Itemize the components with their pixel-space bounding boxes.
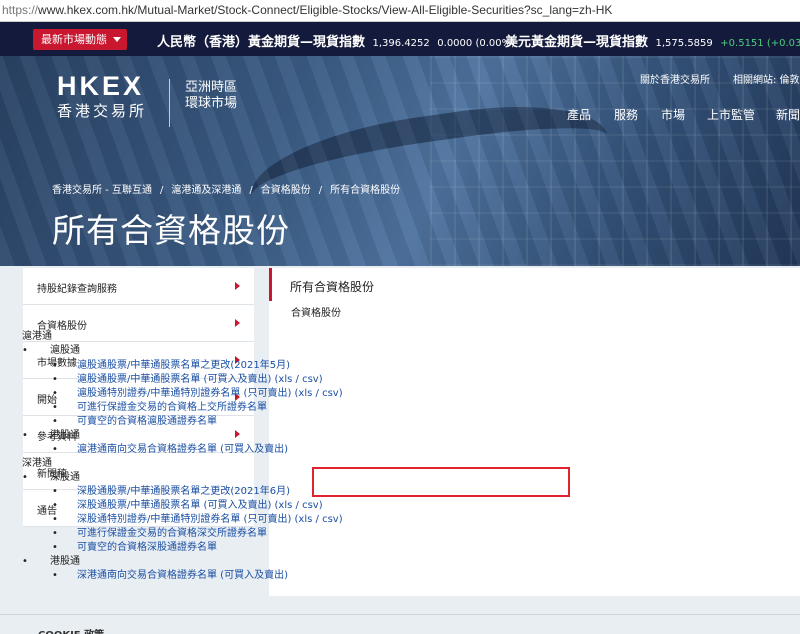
cookie-banner: COOKIE 政策	[0, 614, 800, 634]
list-item[interactable]: • 滬港通南向交易合資格證券名單 (可買入及賣出)	[52, 444, 288, 456]
caret-right-icon	[235, 282, 240, 290]
list-item[interactable]: • 滬股通股票/中華通股票名單之更改(2021年5月)	[52, 360, 290, 372]
list-item[interactable]: • 可賣空的合資格滬股通證券名單	[52, 416, 217, 428]
content-panel: 所有合資格股份 合資格股份	[269, 268, 800, 596]
list-item: • 港股通	[22, 430, 80, 441]
nav-services[interactable]: 服務	[614, 106, 638, 123]
list-item: • 滬股通	[22, 345, 80, 356]
link-download-xls-csv[interactable]: (xls / csv)	[275, 500, 323, 511]
bullet-icon: •	[52, 570, 58, 581]
nav-news[interactable]: 新聞	[776, 106, 800, 123]
hkex-logo[interactable]: HKEX 香港交易所 亞洲時區 環球市場	[57, 71, 237, 127]
chevron-down-icon	[113, 37, 121, 42]
bullet-icon: •	[52, 528, 58, 539]
list-item[interactable]: • 可進行保證金交易的合資格深交所證券名單	[52, 528, 267, 540]
list-item: • 港股通	[22, 556, 80, 567]
bullet-icon: •	[22, 472, 28, 483]
bullet-icon: •	[52, 542, 58, 553]
nav-market[interactable]: 市場	[661, 106, 685, 123]
link-sh-short-sell-list[interactable]: 可賣空的合資格滬股通證券名單	[77, 416, 217, 427]
highlight-box	[312, 467, 570, 497]
ticker-item-usd-gold[interactable]: 美元黃金期貨—現貨指數 1,575.5859 +0.5151 (+0.03%)	[505, 31, 800, 50]
content-heading: 所有合資格股份	[290, 280, 375, 294]
section-title-shanghai-connect: 滬港通	[22, 331, 52, 342]
list-item[interactable]: • 深股通股票/中華通股票名單之更改(2021年6月)	[52, 486, 290, 498]
heading-accent-bar	[269, 268, 272, 301]
breadcrumb-item[interactable]: 滬港通及深港通	[171, 185, 241, 196]
link-sz-margin-list[interactable]: 可進行保證金交易的合資格深交所證券名單	[77, 528, 267, 539]
logo-en: HKEX	[57, 71, 145, 101]
bullet-icon: •	[22, 556, 28, 567]
url-text: www.hkex.com.hk/Mutual-Market/Stock-Conn…	[38, 3, 613, 17]
sidebar-item-shareholding-inquiry[interactable]: 持股紀錄查詢服務	[23, 268, 254, 305]
ticker-name: 人民幣（香港）黃金期貨—現貨指數	[157, 35, 366, 50]
market-ticker-bar: 最新市場動態 人民幣（香港）黃金期貨—現貨指數 1,396.4252 0.000…	[0, 22, 800, 56]
ticker-item-rmb-gold[interactable]: 人民幣（香港）黃金期貨—現貨指數 1,396.4252 0.0000 (0.00…	[157, 31, 515, 50]
list-item[interactable]: • 深股通特別證券/中華通特別證券名單 (只可賣出) (xls / csv)	[52, 514, 343, 526]
nav-listing[interactable]: 上市監管	[707, 106, 755, 123]
bullet-icon: •	[22, 430, 28, 441]
bullet-icon: •	[52, 514, 58, 525]
bullet-icon: •	[52, 360, 58, 371]
link-sh-buy-sell-list[interactable]: 滬股通股票/中華通股票名單 (可買入及賣出)	[77, 374, 275, 385]
page-title: 所有合資格股份	[52, 211, 290, 250]
breadcrumb-item[interactable]: 合資格股份	[261, 185, 311, 196]
list-item[interactable]: • 滬股通特別證券/中華通特別證券名單 (只可賣出) (xls / csv)	[52, 388, 343, 400]
bullet-icon: •	[52, 388, 58, 399]
link-sz-short-sell-list[interactable]: 可賣空的合資格深股通證券名單	[77, 542, 217, 553]
link-sz-southbound-list[interactable]: 深港通南向交易合資格證券名單 (可買入及賣出)	[77, 570, 288, 581]
cookie-title: COOKIE 政策	[38, 626, 104, 634]
link-sz-sell-only-list[interactable]: 深股通特別證券/中華通特別證券名單 (只可賣出)	[77, 514, 295, 525]
breadcrumb: 香港交易所 - 互聯互通 / 滬港通及深港通 / 合資格股份 / 所有合資格股份	[52, 185, 401, 196]
link-download-xls-csv[interactable]: (xls / csv)	[295, 514, 343, 525]
bullet-icon: •	[52, 374, 58, 385]
hero-banner: HKEX 香港交易所 亞洲時區 環球市場 關於香港交易所 相關網站: 倫敦金 產…	[0, 56, 800, 266]
content-subheading: 合資格股份	[291, 308, 341, 319]
ticker-change: 0.0000 (0.00%)	[437, 38, 516, 49]
logo-divider	[169, 79, 170, 127]
address-bar[interactable]: https://www.hkex.com.hk/Mutual-Market/St…	[0, 0, 800, 22]
list-item[interactable]: • 可進行保證金交易的合資格上交所證券名單	[52, 402, 267, 414]
logo-cn: 香港交易所	[57, 102, 148, 120]
link-sh-sell-only-list[interactable]: 滬股通特別證券/中華通特別證券名單 (只可賣出)	[77, 388, 295, 399]
link-sz-buy-sell-list[interactable]: 深股通股票/中華通股票名單 (可買入及賣出)	[77, 500, 275, 511]
top-link-about[interactable]: 關於香港交易所	[640, 71, 710, 86]
bullet-icon: •	[52, 486, 58, 497]
ticker-value: 1,575.5859	[655, 38, 713, 49]
link-download-xls-csv[interactable]: (xls / csv)	[295, 388, 343, 399]
bullet-icon: •	[52, 416, 58, 427]
caret-right-icon	[235, 430, 240, 438]
section-title-shenzhen-connect: 深港通	[22, 458, 52, 469]
link-sh-southbound-list[interactable]: 滬港通南向交易合資格證券名單 (可買入及賣出)	[77, 444, 288, 455]
breadcrumb-item[interactable]: 香港交易所 - 互聯互通	[52, 185, 152, 196]
bullet-icon: •	[52, 402, 58, 413]
bullet-icon: •	[52, 444, 58, 455]
breadcrumb-item: 所有合資格股份	[330, 185, 401, 196]
latest-market-news-label: 最新市場動態	[41, 33, 107, 46]
link-sz-list-changes[interactable]: 深股通股票/中華通股票名單之更改(2021年6月)	[77, 486, 290, 497]
sidebar-item-eligible-stocks[interactable]: 合資格股份	[23, 305, 254, 342]
list-item[interactable]: • 滬股通股票/中華通股票名單 (可買入及賣出) (xls / csv)	[52, 374, 323, 386]
link-sh-list-changes[interactable]: 滬股通股票/中華通股票名單之更改(2021年5月)	[77, 360, 290, 371]
link-sh-margin-list[interactable]: 可進行保證金交易的合資格上交所證券名單	[77, 402, 267, 413]
bullet-icon: •	[52, 500, 58, 511]
ticker-value: 1,396.4252	[372, 38, 430, 49]
list-item: • 深股通	[22, 472, 80, 483]
ticker-change: +0.5151 (+0.03%)	[720, 38, 800, 49]
top-link-related-sites[interactable]: 相關網站: 倫敦金	[733, 71, 800, 86]
bullet-icon: •	[22, 345, 28, 356]
logo-tagline: 亞洲時區 環球市場	[185, 80, 238, 111]
nav-products[interactable]: 產品	[567, 106, 591, 123]
url-scheme: https://	[2, 3, 39, 17]
latest-market-news-button[interactable]: 最新市場動態	[33, 29, 127, 50]
list-item[interactable]: • 深股通股票/中華通股票名單 (可買入及賣出) (xls / csv)	[52, 500, 323, 512]
caret-right-icon	[235, 319, 240, 327]
link-download-xls-csv[interactable]: (xls / csv)	[275, 374, 323, 385]
list-item[interactable]: • 深港通南向交易合資格證券名單 (可買入及賣出)	[52, 570, 288, 582]
ticker-name: 美元黃金期貨—現貨指數	[505, 35, 649, 50]
list-item[interactable]: • 可賣空的合資格深股通證券名單	[52, 542, 217, 554]
